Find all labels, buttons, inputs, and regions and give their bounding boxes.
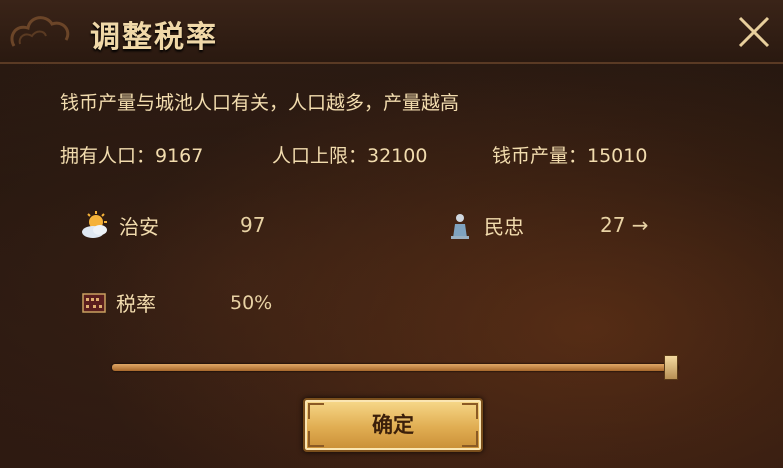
figure-icon: [451, 214, 469, 239]
population-cap-stat: 人口上限：32100: [272, 145, 428, 167]
description-text: 钱币产量与城池人口有关，人口越多，产量越高: [60, 92, 460, 114]
tax-slider-handle[interactable]: [664, 355, 678, 380]
coin-output-stat: 钱币产量：15010: [492, 145, 648, 167]
order-label: 治安: [119, 215, 159, 239]
dialog-title: 调整税率: [90, 20, 218, 55]
sun-cloud-icon: [82, 211, 107, 238]
population-stat: 拥有人口：9167: [60, 145, 204, 167]
tax-value: 50%: [230, 292, 273, 314]
abacus-icon: [82, 293, 106, 313]
tax-label: 税率: [116, 292, 156, 316]
loyalty-value: 27 →: [600, 213, 649, 237]
cloud-ornament-icon: [10, 16, 70, 47]
tax-slider-track[interactable]: [112, 364, 678, 371]
dialog-header: 调整税率: [0, 0, 783, 64]
loyalty-label: 民忠: [484, 215, 524, 239]
tax-dialog: 调整税率 钱币产量与城池人口有关，人口越多，产量越高 拥有人口：9167 人口上…: [0, 0, 783, 468]
order-value: 97: [240, 213, 266, 237]
confirm-button-label: 确定: [372, 413, 414, 437]
confirm-button[interactable]: 确定: [303, 398, 483, 452]
close-icon[interactable]: [732, 10, 776, 54]
